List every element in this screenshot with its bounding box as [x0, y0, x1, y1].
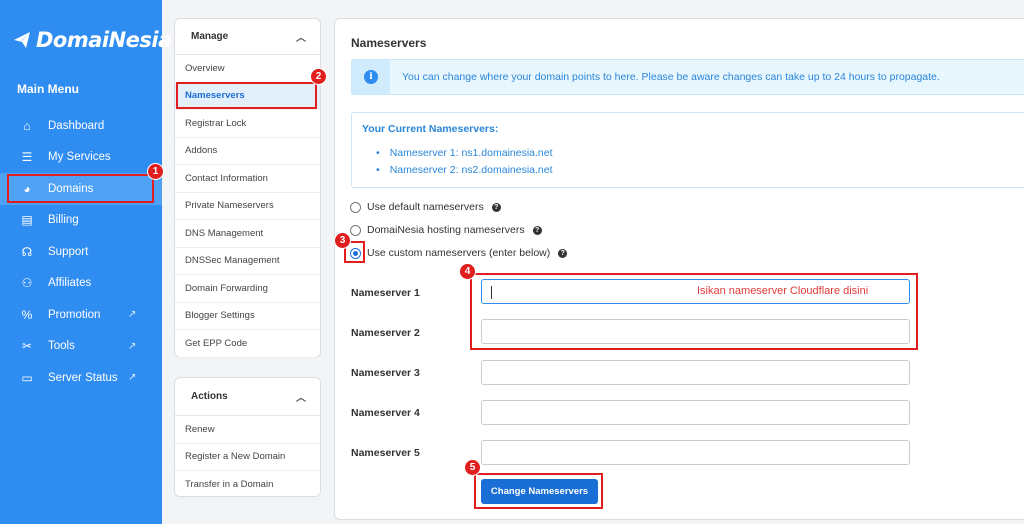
sidebar-item-dashboard[interactable]: ⌂ Dashboard	[0, 110, 162, 142]
sidebar: DomaiNesia Main Menu ⌂ Dashboard ☰ My Servi…	[0, 0, 172, 524]
alert-text: You can change where your domain points …	[402, 71, 940, 83]
manage-item-private-nameservers[interactable]: Private Nameservers	[175, 193, 320, 220]
manage-item-addons[interactable]: Addons	[175, 138, 320, 165]
manage-item-domain-forwarding[interactable]: Domain Forwarding	[175, 275, 320, 303]
tools-icon: ✂	[21, 339, 33, 354]
chevron-up-icon[interactable]: ︿	[296, 389, 306, 404]
help-icon[interactable]: ?	[491, 202, 501, 212]
page-title: Nameservers	[351, 36, 427, 50]
actions-panel: Actions ︿ Renew Register a New Domain Tran…	[174, 377, 321, 499]
option-default-nameservers[interactable]: Use default nameservers ?	[350, 201, 501, 213]
sidebar-item-label: Support	[48, 245, 89, 258]
nameserver-1-label: Nameserver 1	[351, 287, 420, 299]
nameserver-5-label: Nameserver 5	[351, 447, 420, 459]
radio-default[interactable]	[350, 201, 361, 213]
option-hosting-nameservers[interactable]: DomaiNesia hosting nameservers ?	[350, 224, 542, 236]
annotation-box-4	[470, 273, 918, 350]
nameserver-3-input[interactable]	[481, 360, 910, 385]
external-link-icon: ↗	[128, 340, 137, 352]
stack-icon: ☰	[21, 150, 33, 165]
manage-item-overview[interactable]: Overview	[175, 55, 320, 83]
annotation-badge-1: 1	[147, 163, 164, 180]
current-nameserver-item: Nameserver 2: ns2.domainesia.net	[376, 161, 553, 178]
manage-item-blogger-settings[interactable]: Blogger Settings	[175, 303, 320, 330]
sidebar-item-server-status[interactable]: ▭ Server Status ↗	[0, 362, 162, 394]
manage-item-get-epp-code[interactable]: Get EPP Code	[175, 330, 320, 358]
help-icon[interactable]: ?	[558, 248, 568, 258]
invoice-icon: ▤	[21, 213, 33, 228]
annotation-box-2	[176, 82, 317, 109]
brand-logo[interactable]: DomaiNesia	[12, 28, 172, 52]
manage-item-dnssec-management[interactable]: DNSSec Management	[175, 248, 320, 275]
current-nameservers-box: Your Current Nameservers: Nameserver 1: …	[351, 112, 1024, 188]
radio-hosting[interactable]	[350, 224, 361, 236]
nameserver-3-label: Nameserver 3	[351, 367, 420, 379]
brand-name: DomaiNesia	[36, 28, 172, 52]
nameserver-5-input[interactable]	[481, 440, 910, 465]
main-menu-title: Main Menu	[17, 82, 79, 96]
nameserver-4-input[interactable]	[481, 400, 910, 425]
headset-icon: ☊	[21, 244, 33, 259]
sidebar-item-label: Billing	[48, 214, 79, 227]
sidebar-item-label: Tools	[48, 340, 75, 353]
nameserver-4-label: Nameserver 4	[351, 407, 420, 419]
sidebar-item-label: Promotion	[48, 308, 101, 321]
sidebar-item-label: Dashboard	[48, 119, 105, 132]
current-nameservers-title: Your Current Nameservers:	[362, 123, 499, 135]
users-icon: ⚇	[21, 276, 33, 291]
current-nameserver-item: Nameserver 1: ns1.domainesia.net	[376, 144, 553, 161]
nameservers-panel: Nameservers i You can change where your …	[334, 18, 1024, 520]
action-item-transfer-in-a-domain[interactable]: Transfer in a Domain	[175, 471, 320, 499]
percent-icon: %	[21, 307, 33, 322]
sidebar-item-label: Affiliates	[48, 277, 92, 290]
manage-item-contact-information[interactable]: Contact Information	[175, 165, 320, 193]
sidebar-item-label: My Services	[48, 151, 111, 164]
external-link-icon: ↗	[128, 372, 137, 384]
external-link-icon: ↗	[128, 309, 137, 321]
monitor-icon: ▭	[21, 370, 33, 385]
annotation-box-1	[7, 174, 154, 203]
info-alert: i You can change where your domain point…	[351, 59, 1024, 95]
nameserver-2-label: Nameserver 2	[351, 327, 420, 339]
manage-item-dns-management[interactable]: DNS Management	[175, 220, 320, 248]
annotation-badge-4: 4	[459, 263, 476, 280]
annotation-badge-3: 3	[334, 232, 351, 249]
option-label: Use custom nameservers (enter below)	[367, 247, 551, 259]
action-item-renew[interactable]: Renew	[175, 416, 320, 444]
option-label: DomaiNesia hosting nameservers	[367, 224, 525, 236]
help-icon[interactable]: ?	[532, 225, 542, 235]
sidebar-item-billing[interactable]: ▤ Billing	[0, 205, 162, 237]
chevron-up-icon[interactable]: ︿	[296, 29, 306, 44]
logo-icon	[14, 32, 30, 48]
actions-panel-title: Actions	[191, 391, 228, 402]
actions-nav: Renew Register a New Domain Transfer in a …	[175, 416, 320, 499]
main-menu: ⌂ Dashboard ☰ My Services ◕ Domains ▤ Billing ☊ S…	[0, 110, 162, 394]
sidebar-item-my-services[interactable]: ☰ My Services	[0, 142, 162, 174]
manage-panel-header[interactable]: Manage ︿	[175, 19, 320, 55]
action-item-register-a-new-domain[interactable]: Register a New Domain	[175, 444, 320, 471]
option-custom-nameservers[interactable]: Use custom nameservers (enter below) ?	[350, 247, 568, 259]
manage-panel: Manage ︿ Overview Nameservers Registrar Lo…	[174, 18, 321, 358]
manage-panel-title: Manage	[191, 31, 229, 42]
home-icon: ⌂	[23, 118, 31, 133]
sidebar-item-affiliates[interactable]: ⚇ Affiliates	[0, 268, 162, 300]
sidebar-item-tools[interactable]: ✂ Tools ↗	[0, 331, 162, 363]
annotation-box-5	[474, 473, 603, 509]
actions-panel-header[interactable]: Actions ︿	[175, 378, 320, 416]
annotation-badge-5: 5	[464, 459, 481, 476]
option-label: Use default nameservers	[367, 201, 484, 213]
sidebar-item-support[interactable]: ☊ Support	[0, 236, 162, 268]
annotation-badge-2: 2	[310, 68, 327, 85]
sidebar-item-label: Server Status	[48, 371, 118, 384]
manage-item-registrar-lock[interactable]: Registrar Lock	[175, 110, 320, 138]
info-icon: i	[364, 70, 378, 84]
sidebar-item-promotion[interactable]: % Promotion ↗	[0, 299, 162, 331]
